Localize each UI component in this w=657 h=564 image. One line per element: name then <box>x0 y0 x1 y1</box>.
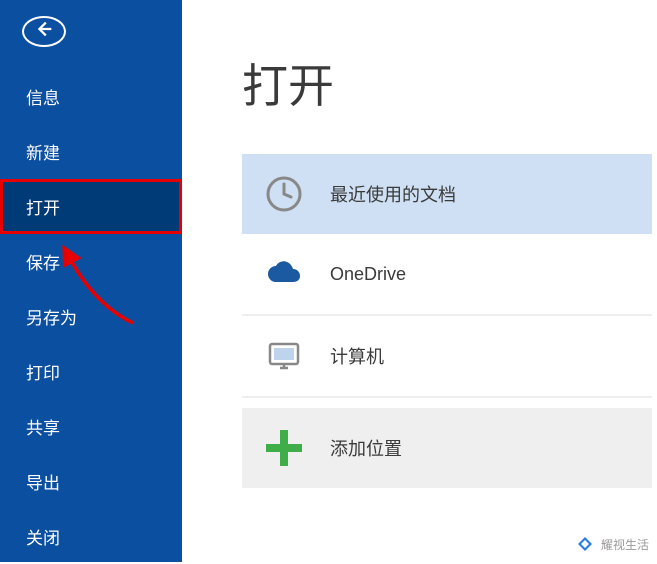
clock-icon <box>264 174 304 214</box>
sidebar-item-label: 信息 <box>26 89 60 108</box>
sidebar-item-label: 打开 <box>26 199 60 218</box>
sidebar-item-print[interactable]: 打印 <box>0 344 182 399</box>
option-label: 最近使用的文档 <box>330 181 456 207</box>
sidebar-item-label: 导出 <box>26 474 60 493</box>
sidebar-item-label: 关闭 <box>26 529 60 548</box>
back-button[interactable] <box>22 16 66 47</box>
watermark-logo-icon <box>575 534 595 554</box>
back-arrow-icon <box>33 18 55 45</box>
sidebar-item-share[interactable]: 共享 <box>0 399 182 454</box>
sidebar-item-export[interactable]: 导出 <box>0 454 182 509</box>
sidebar-item-close[interactable]: 关闭 <box>0 509 182 564</box>
option-label: 计算机 <box>330 343 384 369</box>
plus-icon <box>264 428 304 468</box>
sidebar-item-info[interactable]: 信息 <box>0 69 182 124</box>
computer-icon <box>264 336 304 376</box>
sidebar-item-label: 保存 <box>26 254 60 273</box>
open-options-list: 最近使用的文档 OneDrive 计算机 <box>242 154 652 488</box>
sidebar-item-label: 打印 <box>26 364 60 383</box>
sidebar-item-label: 另存为 <box>26 309 77 328</box>
sidebar-item-open[interactable]: 打开 <box>0 179 182 234</box>
page-title: 打开 <box>242 50 657 116</box>
sidebar-item-save[interactable]: 保存 <box>0 234 182 289</box>
option-onedrive[interactable]: OneDrive <box>242 234 652 316</box>
option-recent-documents[interactable]: 最近使用的文档 <box>242 154 652 234</box>
option-label: 添加位置 <box>330 435 402 461</box>
sidebar-item-label: 新建 <box>26 144 60 163</box>
watermark: 耀视生活 <box>575 534 649 554</box>
cloud-icon <box>264 254 304 294</box>
option-label: OneDrive <box>330 264 406 285</box>
watermark-text: 耀视生活 <box>601 536 649 553</box>
sidebar-item-label: 共享 <box>26 419 60 438</box>
option-computer[interactable]: 计算机 <box>242 316 652 398</box>
option-add-place[interactable]: 添加位置 <box>242 408 652 488</box>
main-panel: 打开 最近使用的文档 OneDrive <box>182 0 657 562</box>
sidebar-item-new[interactable]: 新建 <box>0 124 182 179</box>
sidebar: 信息 新建 打开 保存 另存为 打印 共享 导出 关闭 <box>0 0 182 562</box>
sidebar-item-saveas[interactable]: 另存为 <box>0 289 182 344</box>
